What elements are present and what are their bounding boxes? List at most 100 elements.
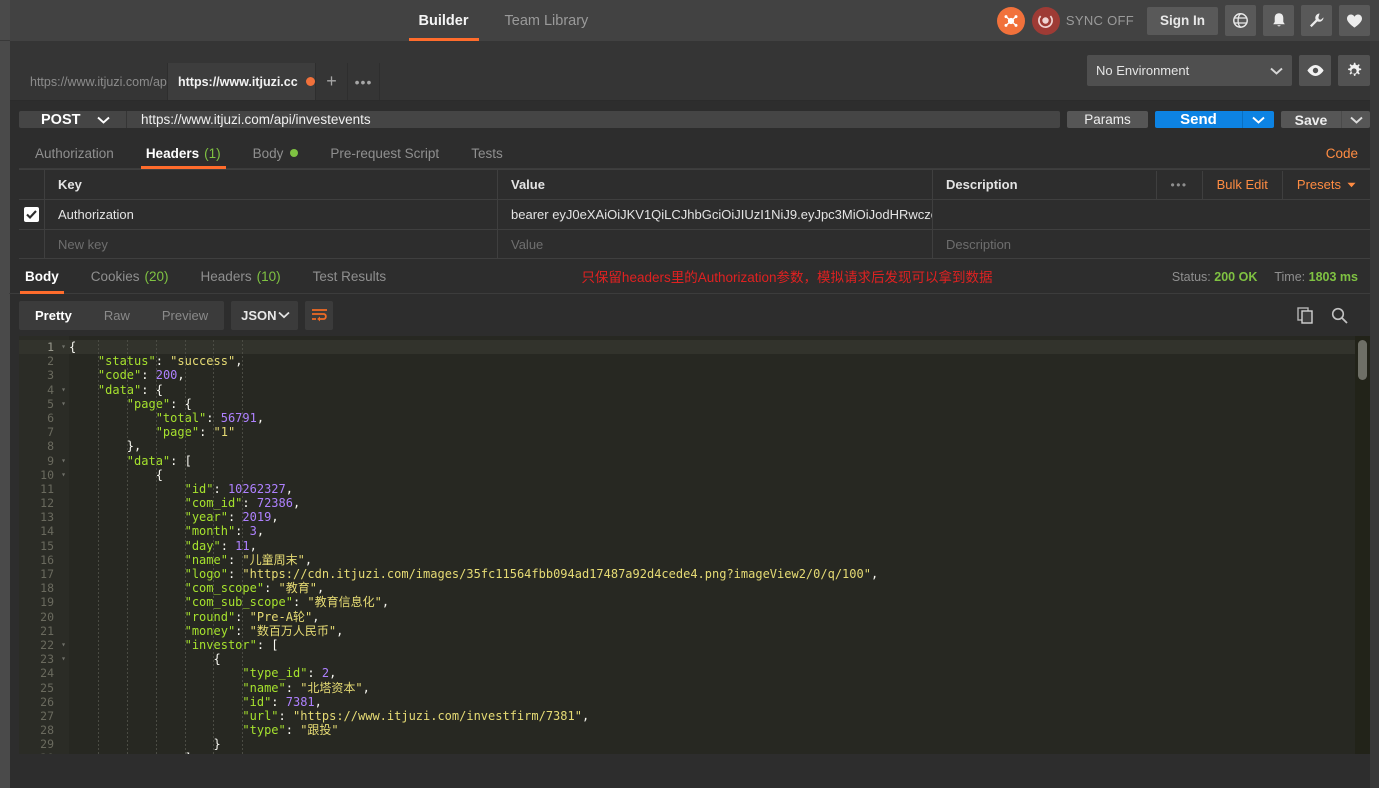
- code-token: ,: [329, 666, 337, 681]
- code-line: "status": "success",: [69, 354, 1370, 368]
- line-number: 12: [40, 496, 54, 511]
- code-line: "day": 11,: [69, 539, 1370, 553]
- column-description: Description: [946, 177, 1018, 192]
- environment-select[interactable]: No Environment: [1087, 55, 1292, 86]
- response-tab-cookies[interactable]: Cookies (20): [75, 259, 185, 294]
- header-description-input[interactable]: [933, 200, 1370, 229]
- word-wrap-icon: [311, 308, 328, 322]
- view-mode-preview[interactable]: Preview: [146, 301, 224, 330]
- view-mode-pretty[interactable]: Pretty: [19, 301, 88, 330]
- fold-toggle-icon[interactable]: ▾: [61, 397, 66, 411]
- editor-code-area[interactable]: { "status": "success", "code": 200, "dat…: [69, 336, 1370, 754]
- response-format-select[interactable]: JSON: [231, 300, 299, 330]
- code-line: "page": {: [69, 397, 1370, 411]
- settings-button[interactable]: [1338, 55, 1370, 86]
- response-tab-headers-count: (10): [256, 269, 281, 284]
- line-number: 1 ▾: [19, 340, 69, 355]
- request-tab-1[interactable]: https://www.itjuzi.com/ap: [20, 63, 168, 100]
- headers-more-button[interactable]: •••: [1155, 170, 1202, 199]
- send-label: Send: [1180, 111, 1217, 128]
- left-rail-top: [0, 0, 10, 41]
- table-row[interactable]: Authorization bearer eyJ0eXAiOiJKV1QiLCJ…: [19, 199, 1370, 229]
- fold-toggle-icon[interactable]: ▾: [61, 468, 66, 482]
- headers-new-row[interactable]: New key Value Description: [19, 229, 1370, 259]
- fold-toggle-icon[interactable]: ▾: [61, 652, 66, 666]
- response-tab-headers[interactable]: Headers (10): [185, 259, 297, 294]
- code-token: "id": [242, 694, 272, 709]
- chevron-down-icon: [278, 311, 290, 319]
- editor-scrollbar-track[interactable]: [1355, 336, 1370, 754]
- code-token: :: [285, 680, 301, 695]
- code-line: "type_id": 2,: [69, 666, 1370, 680]
- line-number: 18: [40, 581, 54, 596]
- fold-toggle-icon[interactable]: ▾: [61, 383, 66, 397]
- code-token: :: [141, 368, 156, 383]
- view-mode-raw[interactable]: Raw: [88, 301, 146, 330]
- code-token: :: [206, 410, 221, 425]
- header-key-input[interactable]: Authorization: [45, 200, 498, 229]
- wrench-icon[interactable]: [1301, 5, 1332, 36]
- editor-scrollbar-thumb[interactable]: [1358, 340, 1367, 380]
- word-wrap-toggle[interactable]: [305, 300, 334, 330]
- tab-tests[interactable]: Tests: [455, 137, 519, 169]
- search-button[interactable]: [1331, 307, 1348, 324]
- code-token: :: [292, 595, 308, 610]
- bulk-edit-button[interactable]: Bulk Edit: [1201, 170, 1282, 199]
- new-tab-button[interactable]: +: [316, 63, 348, 100]
- new-value-input[interactable]: Value: [498, 230, 933, 258]
- heart-icon[interactable]: [1339, 5, 1370, 36]
- code-token: "北塔资本": [300, 680, 363, 695]
- code-line: "investor": [: [69, 638, 1370, 652]
- header-enabled-checkbox[interactable]: [24, 207, 39, 222]
- request-tabstrip: https://www.itjuzi.com/ap https://www.it…: [10, 41, 1087, 100]
- code-line: "logo": "https://cdn.itjuzi.com/images/3…: [69, 567, 1370, 581]
- time-group: Time: 1803 ms: [1274, 270, 1358, 284]
- request-tab-2[interactable]: https://www.itjuzi.cc: [168, 63, 316, 100]
- line-number: 3: [47, 368, 54, 383]
- send-button[interactable]: Send: [1155, 111, 1242, 128]
- code-line: "name": "儿童周末",: [69, 553, 1370, 567]
- code-token: :: [264, 581, 279, 596]
- response-body-toolbar: Pretty Raw Preview JSON: [0, 294, 1379, 336]
- tab-body[interactable]: Body: [237, 137, 315, 169]
- new-description-input[interactable]: Description: [933, 230, 1370, 258]
- request-url-bar: POST https://www.itjuzi.com/api/investev…: [0, 101, 1379, 137]
- code-token: "page": [155, 425, 200, 440]
- send-options-button[interactable]: [1242, 111, 1274, 128]
- main-tab-team-library[interactable]: Team Library: [487, 0, 607, 41]
- code-line: },: [69, 439, 1370, 453]
- chevron-down-icon: [1349, 116, 1363, 124]
- tab-pre-request-script[interactable]: Pre-request Script: [314, 137, 455, 169]
- code-token: :: [235, 623, 250, 638]
- globe-icon[interactable]: [1225, 5, 1256, 36]
- params-button[interactable]: Params: [1067, 111, 1148, 128]
- main-tab-builder[interactable]: Builder: [401, 0, 487, 41]
- response-tab-test-results[interactable]: Test Results: [297, 259, 403, 294]
- tab-headers[interactable]: Headers (1): [130, 137, 237, 169]
- response-tab-body[interactable]: Body: [9, 259, 75, 294]
- tab-body-label: Body: [252, 145, 284, 161]
- save-options-button[interactable]: [1341, 111, 1370, 128]
- header-value-input[interactable]: bearer eyJ0eXAiOiJKV1QiLCJhbGciOiJIUzI1N…: [498, 200, 933, 229]
- copy-button[interactable]: [1297, 306, 1314, 324]
- request-url-input[interactable]: https://www.itjuzi.com/api/investevents: [127, 111, 1060, 128]
- tabstrip-more-button[interactable]: •••: [348, 63, 380, 100]
- response-body-code-editor[interactable]: 1 ▾ 2 3 4 ▾ 5 ▾ 6 7 8 9 ▾ 10 ▾ 11 12 13 14 15 16 17 18 19 20 21 22…: [19, 336, 1370, 754]
- tab-headers-count: (1): [204, 145, 221, 161]
- code-line: "total": 56791,: [69, 411, 1370, 425]
- bell-icon[interactable]: [1263, 5, 1294, 36]
- tab-authorization[interactable]: Authorization: [19, 137, 130, 169]
- tabstrip-more-label: •••: [354, 73, 373, 90]
- fold-toggle-icon[interactable]: ▾: [61, 638, 66, 652]
- save-button[interactable]: Save: [1281, 111, 1341, 128]
- new-key-input[interactable]: New key: [45, 230, 498, 258]
- environment-quick-look-button[interactable]: [1299, 55, 1331, 86]
- sign-in-button[interactable]: Sign In: [1147, 6, 1218, 35]
- http-method-select[interactable]: POST: [19, 111, 127, 128]
- code-line: {: [69, 468, 1370, 482]
- presets-button[interactable]: Presets: [1281, 170, 1370, 199]
- sync-status-icon[interactable]: [1031, 6, 1060, 35]
- fold-toggle-icon[interactable]: ▾: [61, 340, 66, 354]
- code-link[interactable]: Code: [1326, 137, 1379, 169]
- fold-toggle-icon[interactable]: ▾: [61, 454, 66, 468]
